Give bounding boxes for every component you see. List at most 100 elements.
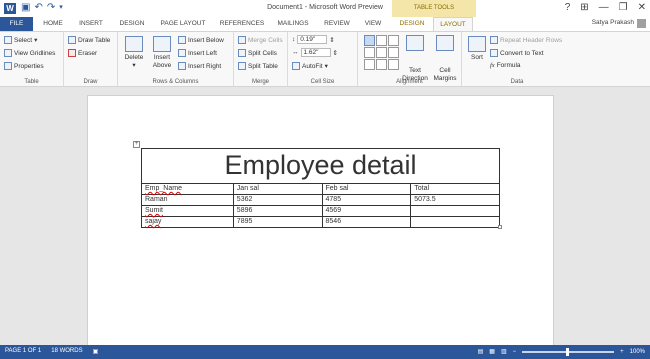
align-bottom-right-icon[interactable] [388,59,399,70]
employee-table[interactable]: Employee detail Emp_Name Jan sal Feb sal… [141,148,500,228]
status-left: PAGE 1 OF 1 18 WORDS ▣ [5,348,98,355]
convert-to-text-icon [490,49,498,57]
table-cell[interactable] [410,216,500,228]
table-cell[interactable] [410,205,500,217]
avatar[interactable] [637,19,646,28]
draw-table-button[interactable]: Draw Table [68,36,110,44]
select-button[interactable]: Select ▾ [4,36,37,44]
zoom-slider-thumb[interactable] [566,347,570,356]
row-height-icon: ↕ [292,36,296,43]
align-center-left-icon[interactable] [364,47,375,58]
table-cell[interactable]: 4569 [321,205,412,217]
tab-mailings[interactable]: MAILINGS [273,17,313,31]
help-button[interactable]: ? [565,2,571,14]
print-layout-icon[interactable]: ▦ [489,348,495,355]
align-top-left-icon[interactable] [364,35,375,46]
tab-insert[interactable]: INSERT [74,17,108,31]
column-width-icon: ↔ [292,49,299,56]
align-bottom-left-icon[interactable] [364,59,375,70]
tab-home[interactable]: HOME [38,17,68,31]
tab-table-design[interactable]: DESIGN [395,17,429,31]
table-header-cell[interactable]: Jan sal [232,183,323,195]
table-resize-handle-icon[interactable] [498,225,502,229]
table-cell[interactable]: 7895 [232,216,323,228]
insert-below-icon [178,36,186,44]
web-layout-icon[interactable]: ▥ [501,348,507,355]
sort-button[interactable]: Sort [466,36,488,62]
tab-review[interactable]: REVIEW [320,17,354,31]
repeat-header-rows-button[interactable]: Repeat Header Rows [490,36,562,44]
formula-button[interactable]: fx Formula [490,62,521,69]
autofit-button[interactable]: AutoFit ▾ [292,62,328,70]
rows-columns-group-label: Rows & Columns [152,79,199,85]
table-cell[interactable]: 5896 [232,205,323,217]
delete-button[interactable]: Delete ▾ [122,36,146,70]
table-header-cell[interactable]: Total [410,183,500,195]
row-height-input[interactable]: 0.19" [297,35,328,44]
table-header-cell[interactable]: Feb sal [321,183,412,195]
convert-to-text-button[interactable]: Convert to Text [490,49,544,57]
user-name[interactable]: Satya Prakash [592,19,634,26]
text-direction-button[interactable]: Text Direction [400,35,430,83]
restore-button[interactable]: ❐ [619,2,628,14]
row-height-control: ↕ 0.19" ⇕ [292,35,335,44]
eraser-button[interactable]: Eraser [68,49,97,57]
table-cell[interactable]: 4785 [321,194,412,206]
rows-columns-group: Delete ▾ Insert Above Insert Below Insert… [118,32,234,87]
table-cell[interactable]: sajay [141,216,234,228]
ribbon: Select ▾ View Gridlines Properties Table … [0,31,650,87]
row-height-spinner[interactable]: ⇕ [329,36,334,44]
table-header-cell[interactable]: Emp_Name [141,183,234,195]
split-table-button[interactable]: Split Table [238,62,278,70]
tab-design[interactable]: DESIGN [115,17,149,31]
view-gridlines-button[interactable]: View Gridlines [4,49,55,57]
read-mode-icon[interactable]: ▤ [478,348,484,355]
word-count[interactable]: 18 WORDS [51,348,82,355]
delete-table-icon [125,36,143,52]
table-tools-label: TABLE TOOLS [392,0,476,17]
zoom-slider[interactable] [522,347,615,356]
split-cells-button[interactable]: Split Cells [238,49,277,57]
tab-view[interactable]: VIEW [360,17,386,31]
cell-margins-button[interactable]: Cell Margins [432,35,458,83]
minimize-button[interactable]: — [599,2,609,14]
tab-references[interactable]: REFERENCES [218,17,266,31]
table-cell[interactable]: 5362 [232,194,323,206]
tab-table-layout[interactable]: LAYOUT [433,17,473,31]
insert-right-button[interactable]: Insert Right [178,62,221,70]
column-width-input[interactable]: 1.62" [300,48,331,57]
data-group: Sort Repeat Header Rows Convert to Text … [462,32,650,87]
table-cell[interactable]: Sumit [141,205,234,217]
merge-cells-button[interactable]: Merge Cells [238,36,283,44]
table-move-handle-icon[interactable]: + [133,141,140,148]
insert-below-button[interactable]: Insert Below [178,36,224,44]
zoom-out-button[interactable]: − [513,349,517,355]
tab-page-layout[interactable]: PAGE LAYOUT [157,17,209,31]
insert-above-button[interactable]: Insert Above [150,36,174,70]
proofing-icon[interactable]: ▣ [93,348,99,355]
zoom-in-button[interactable]: + [620,349,624,355]
ribbon-display-options-button[interactable]: ⊞ [580,2,588,14]
align-top-right-icon[interactable] [388,35,399,46]
page-count[interactable]: PAGE 1 OF 1 [5,348,41,355]
table-cell[interactable]: 5073.5 [410,194,500,206]
zoom-level[interactable]: 100% [630,349,645,355]
properties-button[interactable]: Properties [4,62,44,70]
insert-left-button[interactable]: Insert Left [178,49,217,57]
table-cell[interactable]: Raman [141,194,234,206]
insert-above-icon [153,36,171,52]
align-center-right-icon[interactable] [388,47,399,58]
align-top-center-icon[interactable] [376,35,387,46]
insert-right-icon [178,62,186,70]
align-bottom-center-icon[interactable] [376,59,387,70]
align-center-icon[interactable] [376,47,387,58]
table-row: Raman 5362 4785 5073.5 [141,194,500,206]
tab-file[interactable]: FILE [0,17,33,31]
status-bar: PAGE 1 OF 1 18 WORDS ▣ ▤ ▦ ▥ − + 100% [0,345,650,359]
table-cell[interactable]: 8546 [321,216,412,228]
merge-group: Merge Cells Split Cells Split Table Merg… [234,32,288,87]
column-width-spinner[interactable]: ⇕ [333,49,338,57]
close-button[interactable]: ✕ [638,2,646,14]
status-right: ▤ ▦ ▥ − + 100% [478,347,645,356]
table-title-cell[interactable]: Employee detail [141,148,500,184]
